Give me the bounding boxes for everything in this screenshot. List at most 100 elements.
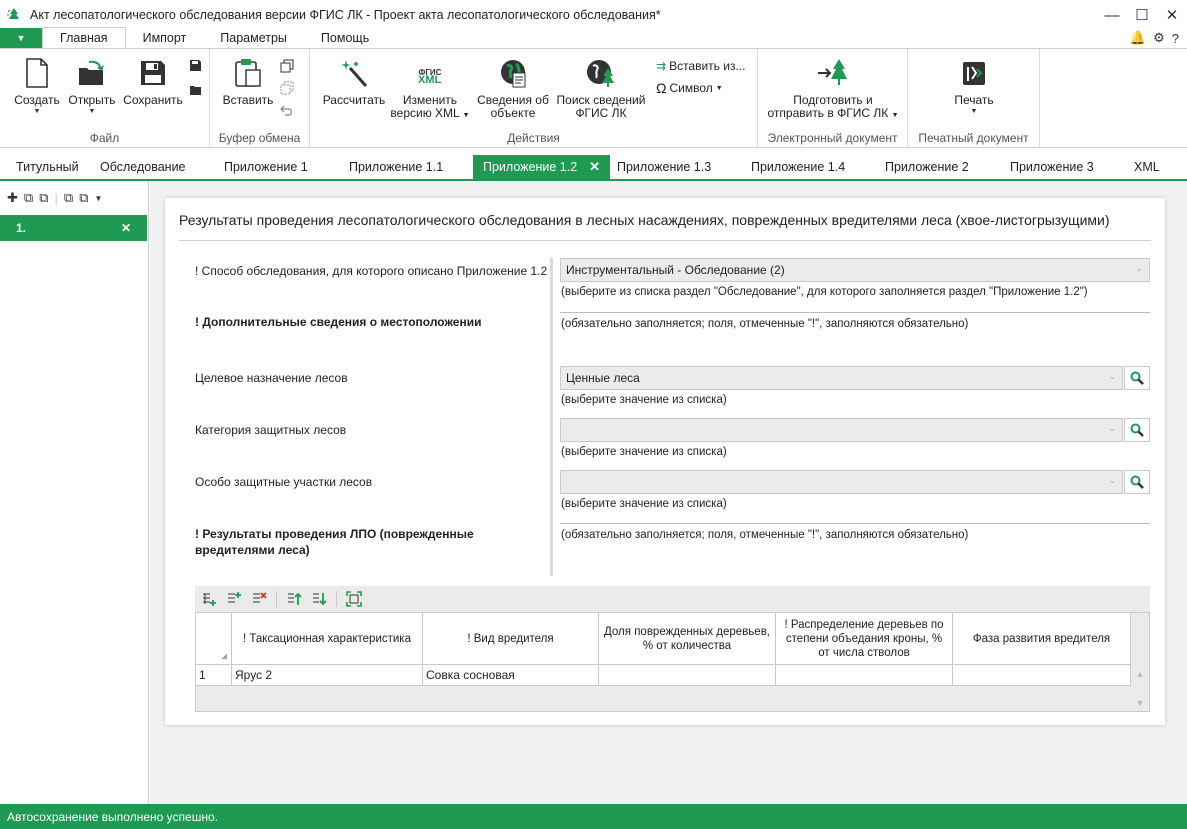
delete-row-icon[interactable]	[251, 591, 267, 607]
table-scrollbar[interactable]: ▲ ▼	[1131, 665, 1149, 712]
insert-row-icon[interactable]	[226, 591, 242, 607]
left-panel: ✚ ⧉ ⧉ | ⧉ ⧉ ▼ 1. ✕	[0, 181, 149, 804]
close-tab-icon[interactable]: ✕	[589, 159, 600, 175]
chevron-down-icon: ⌄	[1108, 475, 1116, 485]
tab-appendix-3[interactable]: Приложение 3	[1010, 155, 1094, 179]
help-icon[interactable]: ?	[1172, 31, 1179, 46]
tab-help[interactable]: Помощь	[304, 28, 386, 48]
save-all-icon[interactable]	[189, 83, 202, 96]
tab-appendix-2[interactable]: Приложение 2	[885, 155, 969, 179]
calculate-button[interactable]: Рассчитать	[322, 57, 386, 107]
gear-icon[interactable]: ⚙	[1153, 30, 1165, 46]
column-header[interactable]: Фаза развития вредителя	[953, 613, 1131, 665]
close-icon[interactable]: ✕	[1157, 0, 1187, 30]
create-button[interactable]: Создать ▼	[14, 57, 60, 116]
tab-appendix-1[interactable]: Приложение 1	[224, 155, 308, 179]
survey-method-select[interactable]: Инструментальный - Обследование (2) ⌄	[560, 258, 1150, 282]
protective-category-search-button[interactable]	[1124, 418, 1150, 442]
print-button[interactable]: Печать ▼	[944, 57, 1004, 116]
tab-appendix-1-1[interactable]: Приложение 1.1	[349, 155, 443, 179]
title-bar: Акт лесопатологического обследования вер…	[0, 0, 1187, 30]
table-cell[interactable]: Ярус 2	[232, 665, 423, 686]
search-fgis-button[interactable]: Поиск сведений ФГИС ЛК	[554, 57, 648, 120]
open-folder-icon	[76, 57, 108, 89]
paste-node-icon[interactable]: ⧉	[79, 190, 88, 206]
prepare-send-button[interactable]: Подготовить и отправить в ФГИС ЛК ▼	[766, 57, 900, 122]
list-item-1[interactable]: 1. ✕	[0, 215, 147, 241]
actions-group-label: Действия	[507, 131, 560, 145]
chevron-down-icon: ⌄	[1108, 423, 1116, 433]
minimize-icon[interactable]: —	[1097, 0, 1127, 30]
forest-purpose-select[interactable]: Ценные леса ⌄	[560, 366, 1123, 390]
column-header[interactable]: ! Таксационная характеристика	[232, 613, 423, 665]
move-row-up-icon[interactable]	[286, 591, 302, 607]
more-icon[interactable]: ▼	[94, 194, 102, 203]
scroll-up-icon[interactable]: ▲	[1136, 669, 1145, 679]
open-button[interactable]: Открыть ▼	[66, 57, 118, 116]
tab-appendix-1-2[interactable]: Приложение 1.2 ✕	[473, 155, 611, 179]
print-group-label: Печатный документ	[918, 131, 1029, 145]
tab-survey[interactable]: Обследование	[100, 155, 186, 179]
table-cell[interactable]: Совка сосновая	[423, 665, 599, 686]
column-header[interactable]: ! Вид вредителя	[423, 613, 599, 665]
add-child-icon[interactable]: ⧉	[24, 190, 33, 206]
tab-home[interactable]: Главная	[42, 27, 126, 48]
undo-icon[interactable]	[280, 103, 294, 117]
table-cell[interactable]	[953, 665, 1131, 686]
change-xml-version-button[interactable]: ФГИС Изменить версию XML ▼	[390, 57, 470, 122]
bell-icon[interactable]: 🔔	[1130, 30, 1146, 46]
new-document-icon	[21, 57, 53, 89]
forest-purpose-search-button[interactable]	[1124, 366, 1150, 390]
copy-node-icon[interactable]: ⧉	[64, 190, 73, 206]
file-menu-button[interactable]: ▼	[0, 28, 42, 48]
tab-appendix-1-3[interactable]: Приложение 1.3	[617, 155, 711, 179]
tab-appendix-1-4[interactable]: Приложение 1.4	[751, 155, 845, 179]
xml-label: XML	[418, 74, 442, 86]
tab-xml[interactable]: XML	[1134, 155, 1160, 179]
protective-category-select[interactable]: ⌄	[560, 418, 1123, 442]
maximize-icon[interactable]: ☐	[1127, 0, 1157, 30]
results-line	[560, 523, 1150, 524]
send-tree-icon	[817, 57, 849, 89]
table-cell[interactable]	[776, 665, 953, 686]
save-as-icon[interactable]	[189, 59, 202, 72]
status-bar: Автосохранение выполнено успешно.	[0, 804, 1187, 829]
tab-import[interactable]: Импорт	[126, 28, 204, 48]
insert-from-button[interactable]: ⇉ Вставить из...	[656, 59, 745, 73]
column-header[interactable]: Доля поврежденных деревьев, % от количес…	[599, 613, 776, 665]
symbol-button[interactable]: Ω Символ ▼	[656, 80, 723, 96]
forest-purpose-hint: (выберите значение из списка)	[561, 394, 727, 406]
heading-divider	[179, 240, 1151, 241]
add-icon[interactable]: ✚	[7, 190, 18, 206]
app-icon	[7, 8, 19, 19]
results-label: ! Результаты проведения ЛПО (поврежденны…	[195, 527, 474, 557]
paste-button[interactable]: Вставить	[222, 57, 274, 107]
column-header[interactable]: ! Распределение деревьев по степени объе…	[776, 613, 953, 665]
ribbon: Создать ▼ Открыть ▼ Сохранить Файл Встав…	[0, 48, 1187, 148]
print-document-icon	[958, 57, 990, 89]
delete-item-icon[interactable]: ✕	[121, 221, 131, 235]
label-divider	[550, 258, 553, 576]
add-row-icon[interactable]	[201, 591, 217, 607]
actions-group: Рассчитать ФГИС Изменить версию XML ▼ XM…	[310, 49, 758, 148]
duplicate-icon[interactable]: ⧉	[39, 190, 48, 206]
chevron-down-icon: ⌄	[1108, 371, 1116, 381]
object-info-button[interactable]: Сведения об объекте	[474, 57, 552, 120]
tab-parameters[interactable]: Параметры	[203, 28, 304, 48]
copy-icon[interactable]	[280, 59, 294, 73]
move-row-down-icon[interactable]	[311, 591, 327, 607]
special-areas-search-button[interactable]	[1124, 470, 1150, 494]
save-button[interactable]: Сохранить	[122, 57, 184, 107]
scroll-down-icon[interactable]: ▼	[1136, 698, 1145, 708]
extra-location-label: ! Дополнительные сведения о местоположен…	[195, 315, 482, 329]
cut-icon[interactable]	[280, 81, 294, 95]
edoc-group-label: Электронный документ	[767, 131, 898, 145]
special-areas-select[interactable]: ⌄	[560, 470, 1123, 494]
row-header-corner: ◢	[196, 613, 232, 665]
clipboard-group: Вставить Буфер обмена	[210, 49, 310, 148]
table-cell[interactable]	[599, 665, 776, 686]
search-icon	[1130, 423, 1144, 437]
fit-columns-icon[interactable]	[346, 591, 362, 607]
tab-title-page[interactable]: Титульный	[16, 155, 79, 179]
section-heading: Результаты проведения лесопатологическог…	[179, 212, 1110, 228]
